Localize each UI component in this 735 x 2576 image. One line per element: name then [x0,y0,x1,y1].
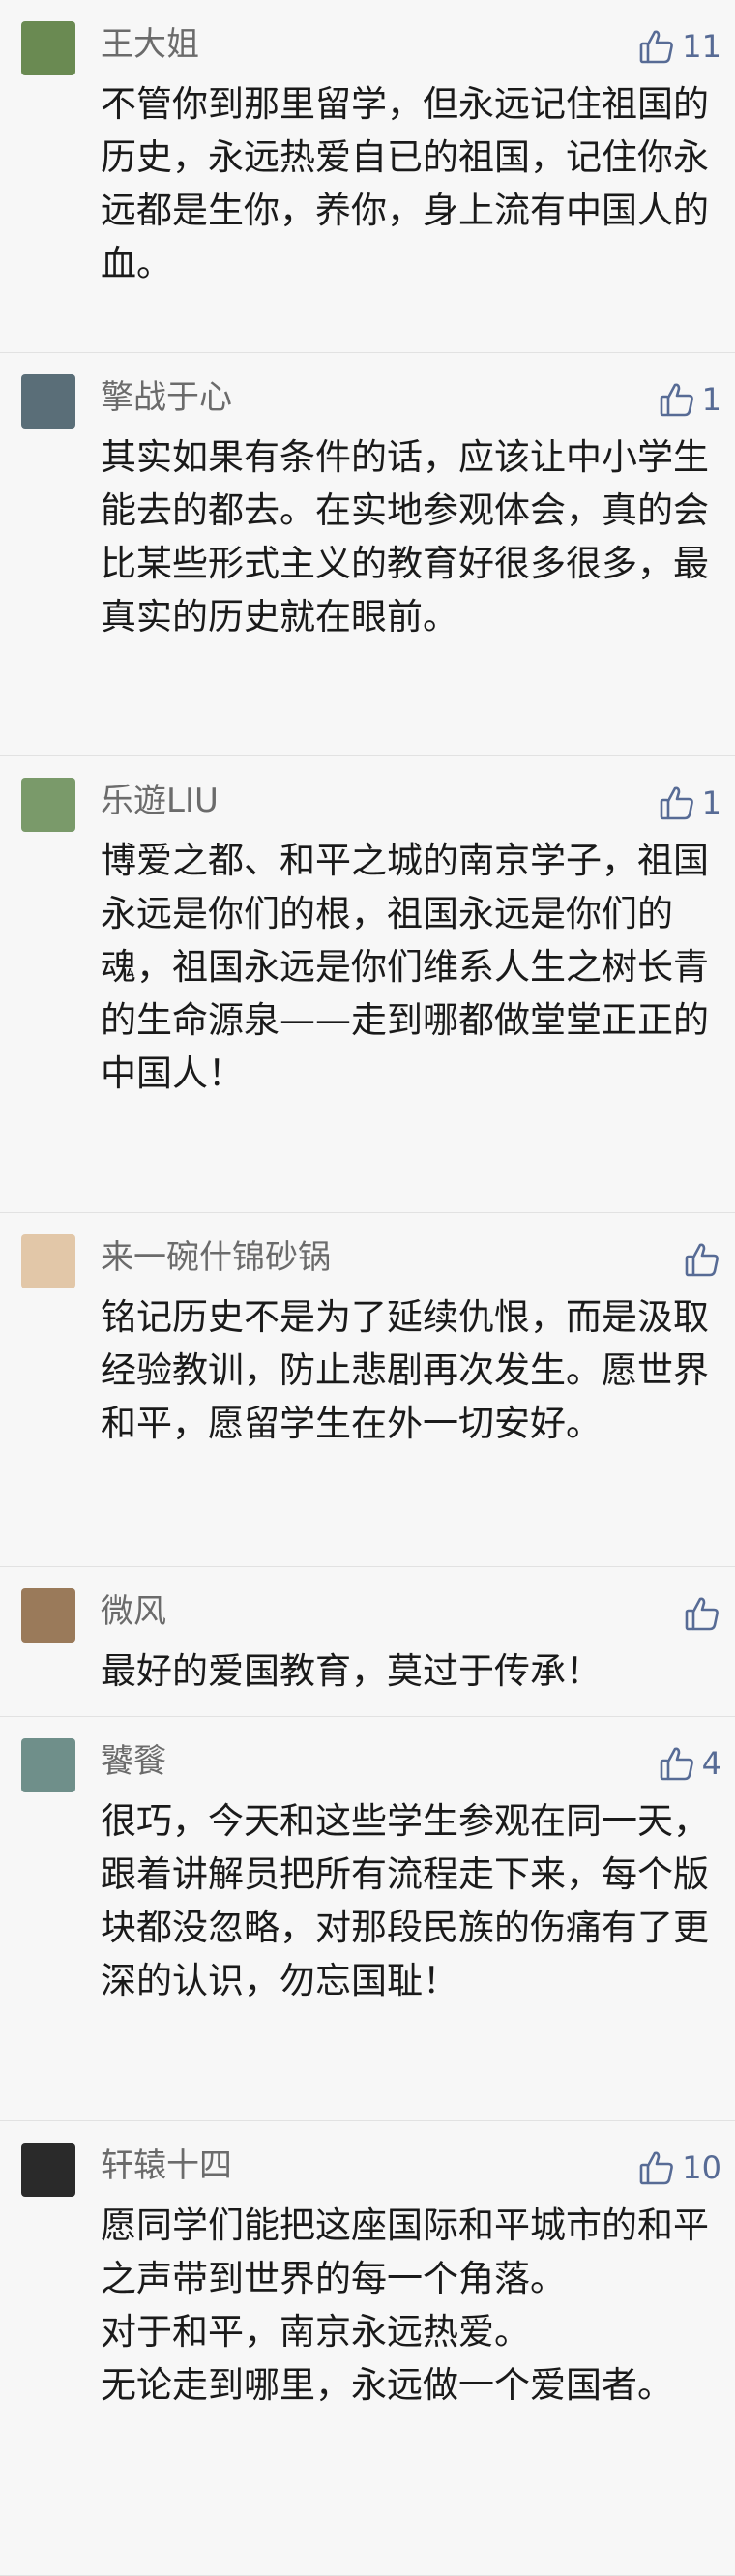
comment-author[interactable]: 饕餮 [101,1740,166,1783]
like-button[interactable]: 1 [658,782,721,824]
comment-card: 擎战于心 1 其实如果有条件的话，应该让中小学生能去的都去。在实地参观体会，真的会比… [0,353,735,756]
comment-text: 不管你到那里留学，但永远记住祖国的历史，永远热爱自已的祖国，记住你永远都是生你，… [101,83,709,284]
comment-list: 王大姐 11 不管你到那里留学，但永远记住祖国的历史，永远热爱自已的祖国，记住你永远… [0,0,735,2576]
thumbs-up-icon [683,1240,721,1279]
like-button[interactable] [683,1238,721,1281]
comment-author[interactable]: 乐遊LIU [101,780,219,822]
like-count: 11 [682,28,721,65]
like-button[interactable]: 11 [637,25,721,68]
user-avatar-icon[interactable] [21,1588,75,1643]
user-avatar-icon[interactable] [21,1738,75,1792]
comment-author[interactable]: 王大姐 [101,23,199,66]
thumbs-up-icon [637,27,676,66]
like-button[interactable] [683,1592,721,1635]
comment-card: 微风最好的爱国教育，莫过于传承！ [0,1567,735,1717]
thumbs-up-icon [658,1744,696,1783]
comment-card: 轩辕十四 10 愿同学们能把这座国际和平城市的和平之声带到世界的每一个角落。 对于和… [0,2121,735,2576]
like-count: 1 [701,785,721,821]
comment-card: 王大姐 11 不管你到那里留学，但永远记住祖国的历史，永远热爱自已的祖国，记住你永远… [0,0,735,353]
comment-text: 愿同学们能把这座国际和平城市的和平之声带到世界的每一个角落。 对于和平，南京永远… [101,2205,709,2406]
comment-author[interactable]: 擎战于心 [101,376,232,419]
comment-text: 博爱之都、和平之城的南京学子，祖国永远是你们的根，祖国永远是你们的魂，祖国永远是… [101,840,709,1094]
user-avatar-icon[interactable] [21,21,75,75]
like-count: 4 [701,1745,721,1782]
like-count: 10 [682,2149,721,2186]
user-avatar-icon[interactable] [21,778,75,832]
like-button[interactable]: 1 [658,378,721,421]
comment-text: 很巧，今天和这些学生参观在同一天，跟着讲解员把所有流程走下来，每个版块都没忽略，… [101,1800,709,2001]
comment-card: 乐遊LIU 1 博爱之都、和平之城的南京学子，祖国永远是你们的根，祖国永远是你们的魂… [0,756,735,1213]
comment-card: 饕餮 4 很巧，今天和这些学生参观在同一天，跟着讲解员把所有流程走下来，每个版块都没… [0,1717,735,2121]
comment-text: 铭记历史不是为了延续仇恨，而是汲取经验教训，防止悲剧再次发生。愿世界和平，愿留学… [101,1296,709,1444]
comment-author[interactable]: 微风 [101,1590,166,1633]
comment-card: 来一碗什锦砂锅铭记历史不是为了延续仇恨，而是汲取经验教训，防止悲剧再次发生。愿世… [0,1213,735,1567]
like-button[interactable]: 4 [658,1742,721,1785]
comment-text: 其实如果有条件的话，应该让中小学生能去的都去。在实地参观体会，真的会比某些形式主… [101,436,709,637]
comment-author[interactable]: 轩辕十四 [101,2145,232,2187]
comment-author[interactable]: 来一碗什锦砂锅 [101,1236,331,1279]
user-avatar-icon[interactable] [21,2143,75,2197]
like-count: 1 [701,381,721,418]
comment-text: 最好的爱国教育，莫过于传承！ [101,1650,602,1692]
thumbs-up-icon [637,2148,676,2187]
thumbs-up-icon [658,784,696,822]
like-button[interactable]: 10 [637,2147,721,2189]
user-avatar-icon[interactable] [21,1234,75,1288]
thumbs-up-icon [658,380,696,419]
thumbs-up-icon [683,1594,721,1633]
user-avatar-icon[interactable] [21,374,75,429]
